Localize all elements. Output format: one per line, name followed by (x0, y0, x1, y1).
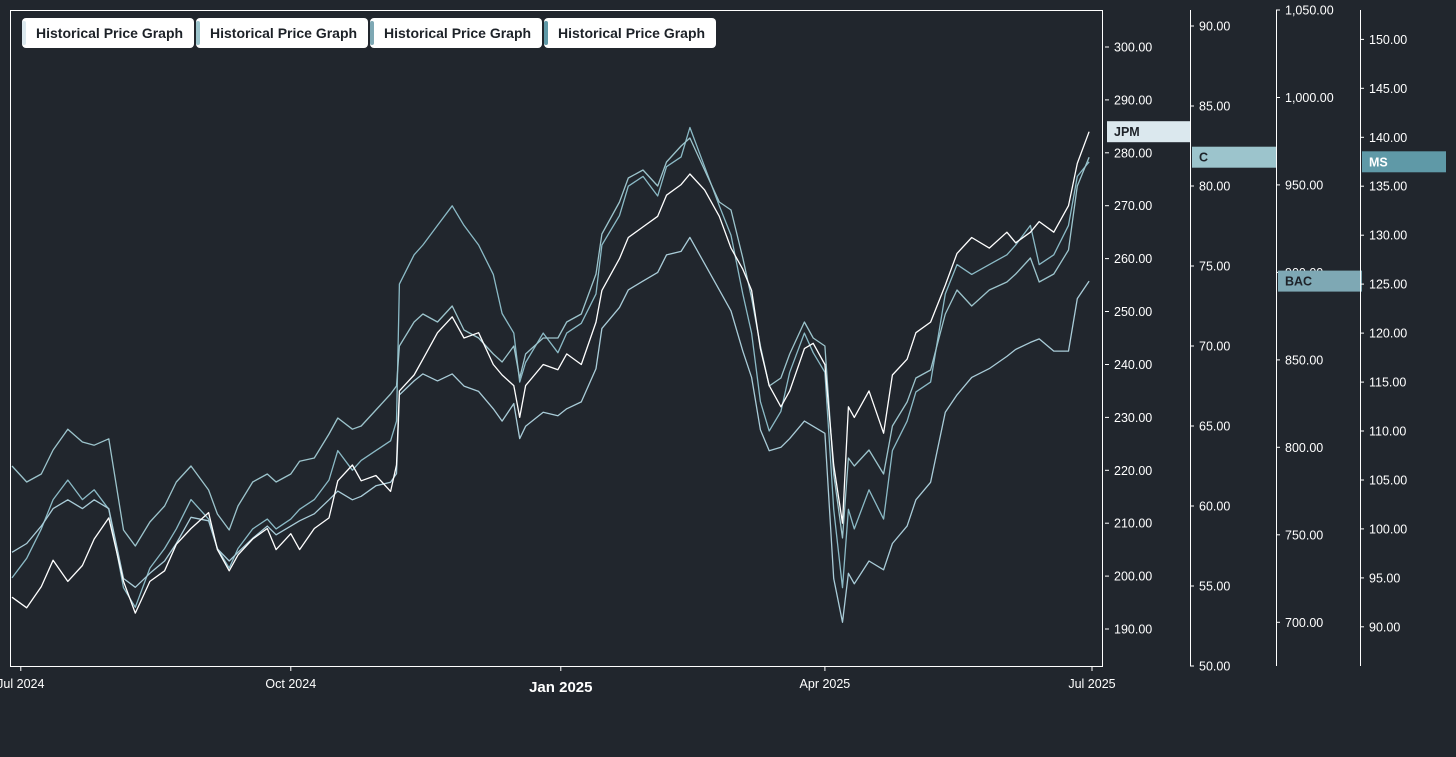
y-tick-label-c: 90.00 (1199, 20, 1230, 34)
series-layer (11, 126, 1090, 623)
y-tick-label-jpm: 210.00 (1114, 517, 1152, 531)
x-tick: Oct 2024 (265, 666, 316, 691)
legend-chip-1[interactable]: Historical Price Graph (22, 18, 195, 48)
price-chart: Jul 2024 Oct 2024 Jan 2025 Apr 2025 Jul 2025… (0, 0, 1456, 752)
y-tick-label-c: 50.00 (1199, 660, 1230, 674)
y-tick-label-ms: 150.00 (1369, 33, 1407, 47)
y-tick-label-ms: 135.00 (1369, 180, 1407, 194)
y-tick-label-jpm: 250.00 (1114, 305, 1152, 319)
last-value-tag-label-ms: MS (1369, 155, 1388, 169)
last-value-tag-jpm: JPM (1107, 121, 1191, 143)
y-tick-label-c: 85.00 (1199, 100, 1230, 114)
y-tick-label-jpm: 200.00 (1114, 570, 1152, 584)
y-tick-label-jpm: 290.00 (1114, 93, 1152, 107)
x-axis: Jul 2024 Oct 2024 Jan 2025 Apr 2025 Jul 2025 (0, 666, 1116, 696)
y-tick-label-ms: 100.00 (1369, 522, 1407, 536)
legend-chip-4[interactable]: Historical Price Graph (544, 18, 717, 48)
chart-canvas: Jul 2024 Oct 2024 Jan 2025 Apr 2025 Jul 2025… (0, 4, 1446, 696)
y-tick-label-bac: 800.00 (1285, 441, 1323, 455)
x-tick: Apr 2025 (800, 666, 851, 691)
legend-label-4: Historical Price Graph (558, 25, 706, 41)
legend-label-2: Historical Price Graph (210, 25, 358, 41)
y-tick-label-ms: 140.00 (1369, 131, 1407, 145)
legend-label-1: Historical Price Graph (36, 25, 184, 41)
y-tick-label-c: 80.00 (1199, 180, 1230, 194)
y-tick-label-ms: 120.00 (1369, 327, 1407, 341)
legend-label-3: Historical Price Graph (384, 25, 532, 41)
y-tick-label-jpm: 270.00 (1114, 199, 1152, 213)
y-tick-label-c: 70.00 (1199, 340, 1230, 354)
legend-chip-3[interactable]: Historical Price Graph (370, 18, 543, 48)
y-tick-label-ms: 115.00 (1369, 376, 1406, 390)
y-tick-label-c: 60.00 (1199, 500, 1230, 514)
y-tick-label-ms: 110.00 (1369, 425, 1406, 439)
y-tick-label-bac: 700.00 (1285, 616, 1323, 630)
y-tick-label-jpm: 300.00 (1114, 41, 1152, 55)
y-tick-label-bac: 1,000.00 (1285, 91, 1334, 105)
y-tick-label-jpm: 240.00 (1114, 358, 1152, 372)
y-tick-label-jpm: 280.00 (1114, 146, 1152, 160)
y-tick-label-bac: 1,050.00 (1285, 4, 1334, 18)
y-tick-label-ms: 95.00 (1369, 571, 1400, 585)
y-tick-label-ms: 105.00 (1369, 474, 1407, 488)
y-tick-label-jpm: 230.00 (1114, 411, 1152, 425)
y-tick-label-c: 75.00 (1199, 260, 1230, 274)
x-tick-label: Jan 2025 (529, 679, 592, 696)
last-value-tag-bac: BAC (1278, 270, 1362, 292)
y-tick-label-jpm: 190.00 (1114, 623, 1152, 637)
y-tick-label-ms: 125.00 (1369, 278, 1407, 292)
y-tick-label-jpm: 260.00 (1114, 252, 1152, 266)
x-tick: Jul 2024 (0, 666, 44, 691)
y-tick-label-bac: 750.00 (1285, 528, 1323, 542)
y-axes: 190.00 200.00 210.00 220.00 230.00 240.00 250.… (1105, 4, 1446, 674)
x-tick-label: Oct 2024 (265, 677, 316, 691)
legend-swatch-2 (196, 21, 200, 45)
y-axis-jpm: 190.00 200.00 210.00 220.00 230.00 240.00 250.… (1105, 41, 1191, 637)
y-axis-c: 50.00 55.00 60.00 65.00 70.00 75.00 80.00 85.00… (1190, 10, 1276, 674)
y-axis-ms: 90.00 95.00 100.00 105.00 110.00 115.00 120.00… (1360, 10, 1446, 666)
y-tick-label-ms: 90.00 (1369, 620, 1400, 634)
x-tick: Jul 2025 (1068, 666, 1116, 691)
y-tick-label-ms: 130.00 (1369, 229, 1407, 243)
y-tick-label-c: 65.00 (1199, 420, 1230, 434)
y-tick-label-bac: 850.00 (1285, 353, 1323, 367)
y-tick-label-jpm: 220.00 (1114, 464, 1152, 478)
x-tick: Jan 2025 (529, 666, 592, 696)
y-tick-label-c: 55.00 (1199, 580, 1230, 594)
series-line-bac (11, 236, 1090, 623)
last-value-tag-label-c: C (1199, 151, 1208, 165)
last-value-tag-ms: MS (1362, 151, 1446, 173)
x-tick-label: Jul 2024 (0, 677, 44, 691)
y-tick-label-ms: 145.00 (1369, 82, 1407, 96)
last-value-tag-label-bac: BAC (1285, 275, 1312, 289)
last-value-tag-c: C (1192, 146, 1276, 168)
y-axis-bac: 700.00750.00800.00850.00900.00950.001,00… (1276, 4, 1362, 666)
legend-swatch-4 (544, 21, 548, 45)
x-tick-label: Apr 2025 (800, 677, 851, 691)
legend-chip-2[interactable]: Historical Price Graph (196, 18, 369, 48)
legend-swatch-1 (22, 21, 26, 45)
legend-swatch-3 (370, 21, 374, 45)
y-tick-label-bac: 950.00 (1285, 178, 1323, 192)
x-tick-label: Jul 2025 (1068, 677, 1115, 691)
last-value-tag-label-jpm: JPM (1114, 125, 1140, 139)
